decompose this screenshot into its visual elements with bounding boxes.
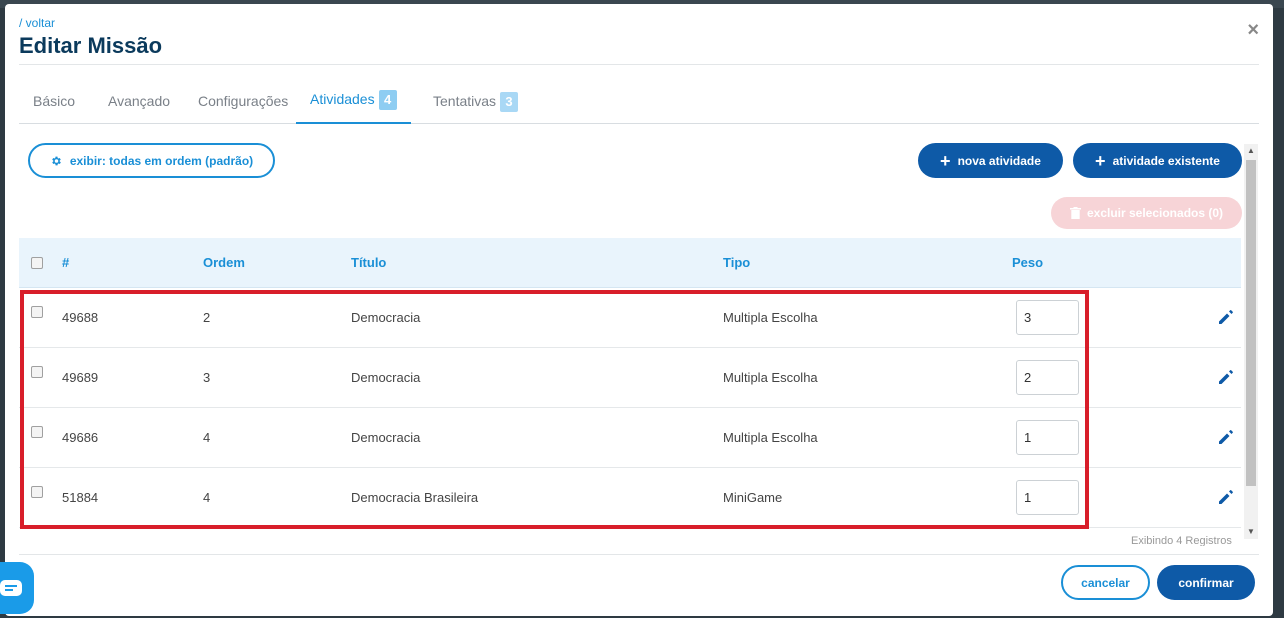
back-link[interactable]: / voltar (19, 16, 55, 30)
row-id: 49689 (62, 370, 99, 385)
plus-icon: + (1095, 150, 1106, 171)
gear-icon (52, 156, 61, 165)
row-title: Democracia (351, 430, 421, 445)
weight-input[interactable]: 1 (1016, 420, 1079, 455)
close-icon[interactable]: × (1247, 20, 1259, 40)
pencil-icon[interactable] (1218, 309, 1234, 325)
pencil-icon[interactable] (1218, 429, 1234, 445)
tab-label: Avançado (108, 93, 171, 109)
row-type: Multipla Escolha (723, 310, 818, 325)
pencil-icon[interactable] (1218, 489, 1234, 505)
tab-label: Básico (33, 93, 76, 109)
row-type: Multipla Escolha (723, 430, 818, 445)
weight-input[interactable]: 3 (1016, 300, 1079, 335)
display-filter-label: exibir: todas em ordem (padrão) (69, 153, 254, 168)
tab-count-badge: 3 (500, 92, 519, 112)
scroll-up-arrow-icon[interactable]: ▲ (1244, 144, 1258, 158)
records-count-text: Exibindo 4 Registros (1131, 536, 1232, 546)
row-checkbox[interactable] (31, 426, 43, 438)
row-order: 4 (203, 490, 211, 505)
row-type: MiniGame (723, 490, 783, 505)
edit-mission-modal: / voltar Editar Missão × Básico Avançado… (5, 4, 1273, 616)
row-checkbox[interactable] (31, 366, 43, 378)
pencil-icon[interactable] (1218, 369, 1234, 385)
select-all-checkbox[interactable] (31, 257, 43, 269)
new-activity-label: nova atividade (957, 153, 1041, 168)
row-checkbox[interactable] (31, 306, 43, 318)
plus-icon: + (940, 150, 951, 171)
table-header-row: # Ordem Título Tipo Peso (19, 238, 1241, 288)
row-title: Democracia (351, 310, 421, 325)
tab-label: Atividades (310, 91, 375, 107)
table-scrollbar[interactable]: ▲ ▼ (1244, 144, 1258, 539)
existing-activity-button[interactable]: + atividade existente (1073, 143, 1242, 178)
weight-input[interactable]: 1 (1016, 480, 1079, 515)
chat-icon (0, 580, 22, 596)
tab-bar: Básico Avançado Configurações Atividades… (19, 88, 1259, 124)
trash-icon (1069, 207, 1081, 219)
tab-label: Configurações (198, 93, 289, 109)
confirm-button[interactable]: confirmar (1157, 565, 1255, 600)
row-type: Multipla Escolha (723, 370, 818, 385)
column-header-id[interactable]: # (62, 255, 69, 270)
scroll-down-arrow-icon[interactable]: ▼ (1244, 525, 1258, 539)
tab-count-badge: 4 (378, 90, 397, 110)
scrollbar-thumb[interactable] (1246, 160, 1256, 486)
row-title: Democracia Brasileira (351, 490, 479, 505)
existing-activity-label: atividade existente (1112, 153, 1220, 168)
delete-selected-button[interactable]: excluir selecionados (0) (1051, 197, 1242, 229)
tab-label: Tentativas (433, 93, 497, 109)
row-title: Democracia (351, 370, 421, 385)
chat-widget-button[interactable] (0, 562, 34, 614)
tab-tentativas[interactable]: Tentativas 3 (419, 88, 532, 124)
footer-divider (19, 554, 1259, 555)
tab-configuracoes[interactable]: Configurações (184, 88, 302, 124)
cancel-button[interactable]: cancelar (1061, 565, 1150, 600)
row-order: 3 (203, 370, 211, 385)
row-checkbox[interactable] (31, 486, 43, 498)
row-id: 51884 (62, 490, 99, 505)
delete-selected-label: excluir selecionados (0) (1086, 206, 1224, 220)
table-row: 49686 4 Democracia Multipla Escolha 1 (19, 408, 1241, 468)
column-header-weight[interactable]: Peso (1012, 255, 1043, 270)
display-filter-button[interactable]: exibir: todas em ordem (padrão) (28, 143, 275, 178)
new-activity-button[interactable]: + nova atividade (918, 143, 1063, 178)
tab-basico[interactable]: Básico (19, 88, 89, 124)
header-divider (19, 64, 1259, 65)
weight-input[interactable]: 2 (1016, 360, 1079, 395)
tab-avancado[interactable]: Avançado (94, 88, 184, 124)
table-row: 51884 4 Democracia Brasileira MiniGame 1 (19, 468, 1241, 528)
modal-title: Editar Missão (19, 33, 163, 58)
table-row: 49688 2 Democracia Multipla Escolha 3 (19, 288, 1241, 348)
row-id: 49686 (62, 430, 99, 445)
column-header-order[interactable]: Ordem (203, 255, 245, 270)
row-order: 2 (203, 310, 211, 325)
row-id: 49688 (62, 310, 99, 325)
tab-atividades[interactable]: Atividades 4 (296, 85, 411, 124)
column-header-title[interactable]: Título (351, 255, 386, 270)
table-row: 49689 3 Democracia Multipla Escolha 2 (19, 348, 1241, 408)
column-header-type[interactable]: Tipo (723, 255, 750, 270)
row-order: 4 (203, 430, 211, 445)
